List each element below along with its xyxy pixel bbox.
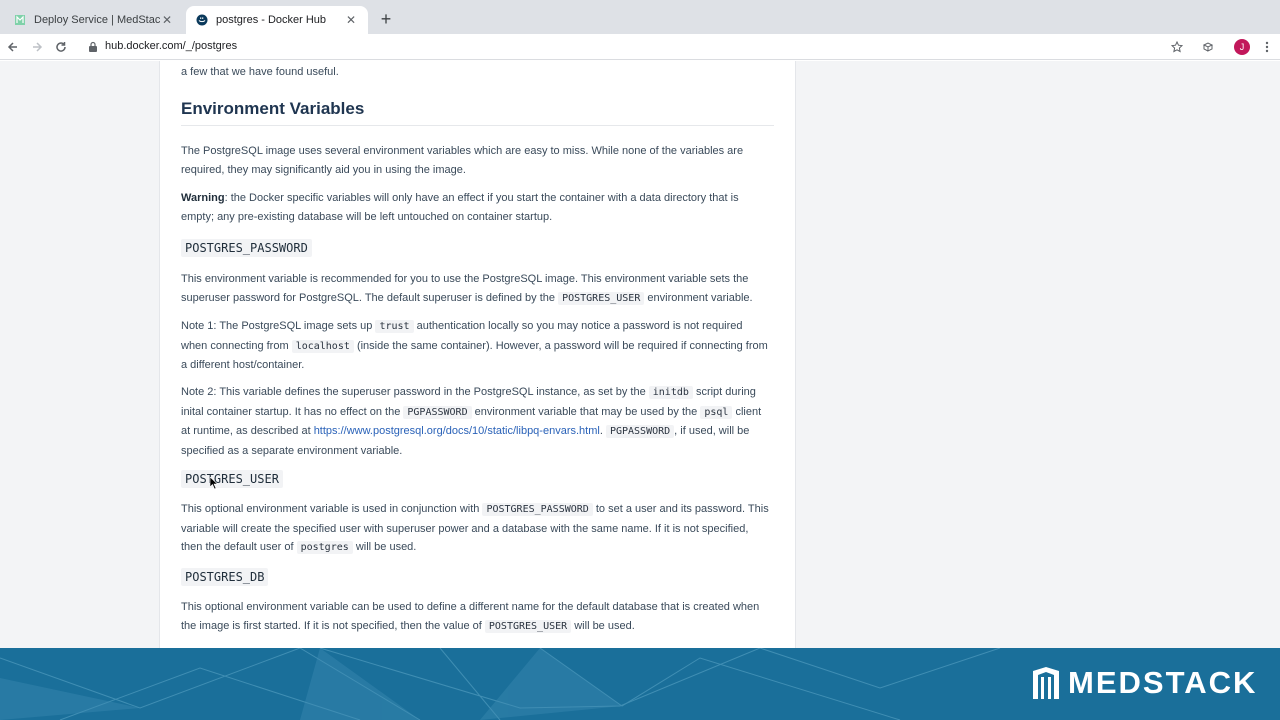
heading-divider [181,125,774,126]
postgres-user-paragraph: This optional environment variable is us… [181,503,769,554]
warning-paragraph: Warning: the Docker specific variables w… [181,189,771,226]
code-postgres: postgres [296,541,353,554]
tab-deploy-service[interactable]: Deploy Service | MedStack ✕ [4,6,184,34]
code-psql: psql [700,405,733,419]
var-postgres-password-heading: POSTGRES_PASSWORD [181,239,312,257]
note2-paragraph: Note 2: This variable defines the superu… [181,386,762,457]
close-tab-icon[interactable]: ✕ [344,13,358,27]
code-postgres-user-2: POSTGRES_USER [484,619,572,633]
arrow-right-icon [33,42,43,52]
tab-title: postgres - Docker Hub [216,14,327,26]
code-pgpassword: PGPASSWORD [403,405,472,419]
libpq-envars-link[interactable]: https://www.postgresql.org/docs/10/stati… [314,425,600,437]
profile-button[interactable]: J [1232,37,1252,57]
note1-paragraph: Note 1: The PostgreSQL image sets up tru… [181,320,768,371]
postgres-db-paragraph: This optional environment variable can b… [181,601,760,633]
reload-icon [56,42,66,52]
avatar: J [1234,39,1250,55]
section-heading: Environment Variables [181,99,365,118]
var-postgres-user-heading: POSTGRES_USER [181,470,283,488]
arrow-left-icon [7,42,17,52]
var-postgres-db-heading: POSTGRES_DB [181,568,269,586]
extension-button[interactable] [1198,37,1218,57]
env-intro-paragraph: The PostgreSQL image uses several enviro… [181,145,744,176]
docker-favicon-icon [196,14,208,26]
code-pgpassword-2: PGPASSWORD [605,425,675,438]
star-icon [1171,41,1183,53]
bookmark-button[interactable] [1167,37,1187,57]
medstack-favicon-icon [15,15,25,25]
reload-button[interactable] [51,37,71,57]
tab-title: Deploy Service | MedStack [34,14,160,26]
back-button[interactable] [3,37,23,57]
new-tab-button[interactable]: + [376,9,396,29]
medstack-logo: MEDSTACK [1032,665,1257,701]
code-trust: trust [375,320,414,333]
code-localhost: localhost [291,339,354,353]
close-tab-icon[interactable]: ✕ [160,13,174,27]
tab-strip: Deploy Service | MedStack ✕ postgres - D… [0,0,1280,34]
medstack-logo-icon [1033,667,1059,699]
warning-label: Warning [181,192,225,204]
postgres-password-paragraph: This environment variable is recommended… [181,273,753,305]
mouse-cursor-icon [210,477,218,489]
code-postgres-password: POSTGRES_PASSWORD [482,503,593,516]
warning-text: : the Docker specific variables will onl… [181,192,739,223]
extension-icon [1202,42,1214,52]
intro-text: a few that we have found useful. [181,66,339,78]
browser-menu-button[interactable] [1257,37,1277,57]
forward-button[interactable] [27,37,47,57]
tab-docker-hub[interactable]: postgres - Docker Hub ✕ [186,6,368,34]
code-postgres-user: POSTGRES_USER [558,291,645,305]
lock-icon[interactable] [88,41,98,53]
code-initdb: initdb [648,386,693,399]
kebab-menu-icon [1265,41,1269,53]
address-bar[interactable]: hub.docker.com/_/postgres [105,40,237,52]
browser-toolbar: hub.docker.com/_/postgres J [0,34,1280,60]
brand-wordmark: MEDSTACK [1068,665,1258,700]
